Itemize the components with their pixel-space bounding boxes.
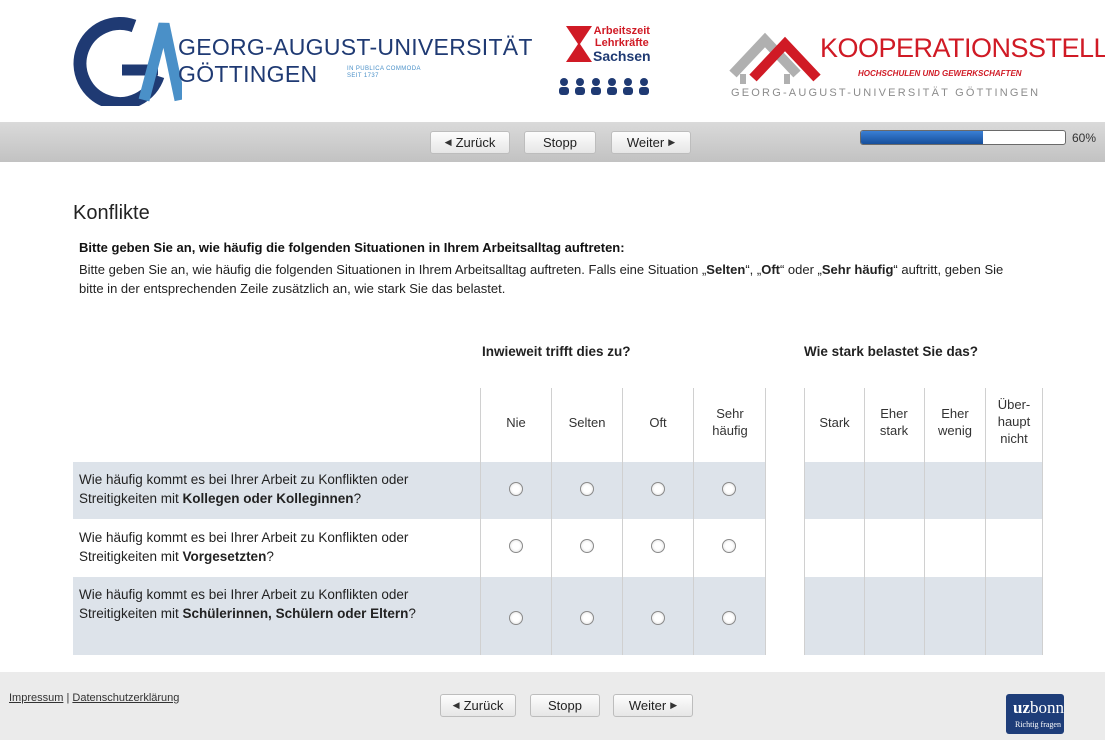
impressum-link[interactable]: Impressum (9, 692, 63, 704)
arrow-left-icon: ◀ (452, 700, 460, 710)
university-name-line1: GEORG-AUGUST-UNIVERSITÄT (178, 34, 533, 60)
footer-back-button[interactable]: ◀ Zurück (440, 694, 516, 717)
logo-header: GEORG-AUGUST-UNIVERSITÄT GÖTTINGEN IN PU… (0, 0, 1105, 120)
arbeitszeit-logo-text: Arbeitszeit Lehrkräfte Sachsen (593, 25, 651, 64)
burden-group-header: Wie stark belastet Sie das? (804, 344, 978, 359)
uzbonn-tagline: Richtig fragen (1015, 720, 1061, 729)
instruction-emphasis: Sehr häufig (821, 262, 894, 277)
footer-next-label: Weiter (628, 698, 667, 713)
uzbonn-logo-a: uz (1013, 698, 1030, 717)
uzbonn-logo: uzbonn Richtig fragen (1006, 694, 1064, 734)
motto-line1: IN PUBLICA COMMODA (347, 66, 421, 72)
radio-supervisors-selten[interactable] (580, 539, 594, 553)
radio-colleagues-sehr-haeufig[interactable] (722, 482, 736, 496)
az-line3: Sachsen (593, 48, 651, 64)
progress-bar (860, 130, 1066, 145)
stop-button-label: Stopp (543, 135, 577, 150)
column-header-eher-stark: Eher stark (879, 406, 909, 438)
row-label-students-parents: Wie häufig kommt es bei Ihrer Arbeit zu … (79, 585, 479, 623)
column-header-ueberhaupt-nicht: Über-haupt nicht (997, 397, 1031, 446)
back-button[interactable]: ◀ Zurück (430, 131, 510, 154)
instruction-emphasis: Selten (706, 262, 746, 277)
footer-stop-button[interactable]: Stopp (530, 694, 600, 717)
radio-supervisors-oft[interactable] (651, 539, 665, 553)
radio-supervisors-nie[interactable] (509, 539, 523, 553)
az-line1: Arbeitszeit (593, 25, 650, 37)
footer-separator: | (66, 692, 70, 704)
radio-students-oft[interactable] (651, 611, 665, 625)
row-label-supervisors: Wie häufig kommt es bei Ihrer Arbeit zu … (79, 528, 479, 566)
column-header-eher-wenig: Eher wenig (938, 406, 972, 438)
footer-next-button[interactable]: Weiter ▶ (613, 694, 693, 717)
footer-back-label: Zurück (463, 698, 504, 713)
next-button[interactable]: Weiter ▶ (611, 131, 691, 154)
georg-august-logo-icon (73, 16, 182, 106)
uzbonn-logo-b: bonn (1030, 698, 1064, 717)
row-label-emphasis: Schülerinnen, Schülern oder Eltern (182, 606, 409, 621)
instruction-part: “, „ (745, 262, 762, 277)
column-header-oft: Oft (649, 415, 667, 430)
stop-button[interactable]: Stopp (524, 131, 596, 154)
row-label-emphasis: Vorgesetzten (182, 549, 267, 564)
footer-stop-label: Stopp (548, 698, 582, 713)
radio-students-selten[interactable] (580, 611, 594, 625)
row-label-emphasis: Kollegen oder Kolleginnen (182, 491, 354, 506)
row-label-suffix: ? (353, 491, 362, 506)
kooperationsstelle-title: KOOPERATIONSSTELLE (820, 33, 1105, 63)
row-label-suffix: ? (266, 549, 274, 564)
row-label-suffix: ? (408, 606, 416, 621)
column-header-sehr-haeufig: Sehr häufig (712, 406, 748, 438)
radio-supervisors-sehr-haeufig[interactable] (722, 539, 736, 553)
footer-links: Impressum | Datenschutzerklärung (9, 692, 179, 704)
next-button-label: Weiter (626, 135, 665, 150)
frequency-group-header: Inwieweit trifft dies zu? (482, 344, 631, 359)
instruction-text: Bitte geben Sie an, wie häufig die folge… (79, 260, 1019, 298)
radio-colleagues-nie[interactable] (509, 482, 523, 496)
motto-line2: SEIT 1737 (347, 73, 379, 79)
column-header-nie: Nie (506, 415, 526, 430)
back-button-label: Zurück (455, 135, 496, 150)
university-motto: IN PUBLICA COMMODA SEIT 1737 (347, 66, 421, 80)
column-header-selten: Selten (568, 415, 606, 430)
page-title: Konflikte (73, 202, 150, 224)
arrow-left-icon: ◀ (444, 137, 452, 147)
instruction-part: “ oder „ (779, 262, 822, 277)
privacy-link[interactable]: Datenschutzerklärung (72, 692, 179, 704)
progress-bar-fill (861, 131, 984, 144)
row-background-burden-3 (804, 577, 1042, 655)
column-header-stark: Stark (819, 415, 850, 430)
row-label-colleagues: Wie häufig kommt es bei Ihrer Arbeit zu … (79, 470, 479, 508)
arrow-right-icon: ▶ (670, 700, 678, 710)
radio-colleagues-oft[interactable] (651, 482, 665, 496)
radio-colleagues-selten[interactable] (580, 482, 594, 496)
kooperationsstelle-subtitle: HOCHSCHULEN UND GEWERKSCHAFTEN (858, 69, 1022, 78)
instruction-emphasis: Oft (761, 262, 780, 277)
radio-students-nie[interactable] (509, 611, 523, 625)
row-background-burden-1 (804, 462, 1042, 519)
arrow-right-icon: ▶ (668, 137, 676, 147)
instruction-part: Bitte geben Sie an, wie häufig die folge… (79, 262, 707, 277)
progress-label: 60% (1072, 131, 1097, 145)
kooperationsstelle-footer-text: GEORG-AUGUST-UNIVERSITÄT GÖTTINGEN (731, 87, 1041, 99)
uzbonn-logo-wordmark: uzbonn (1013, 698, 1064, 718)
radio-students-sehr-haeufig[interactable] (722, 611, 736, 625)
question-text: Bitte geben Sie an, wie häufig die folge… (79, 240, 625, 255)
